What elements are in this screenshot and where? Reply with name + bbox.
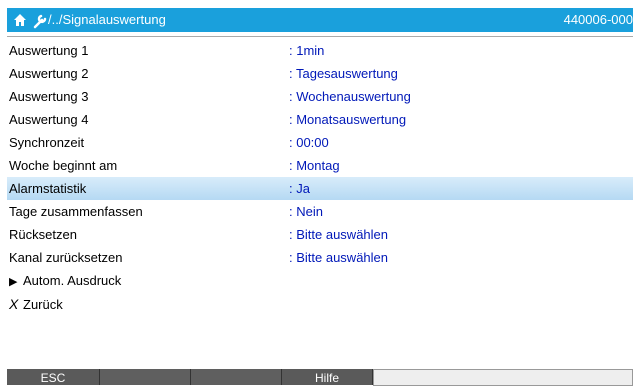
menu-item-label: X Zurück <box>9 296 63 312</box>
menu-item-autom-ausdruck[interactable]: ▶ Autom. Ausdruck <box>7 269 633 292</box>
esc-label: ESC <box>40 371 66 385</box>
menu-item-label: Synchronzeit <box>9 135 85 150</box>
menu-item-label: Auswertung 4 <box>9 112 89 127</box>
menu-item-value: : Nein <box>289 204 323 219</box>
menu-item-kanal-zuruecksetzen[interactable]: Kanal zurücksetzen : Bitte auswählen <box>7 246 633 269</box>
wrench-icon <box>32 8 48 32</box>
softkey-bar: ESC Hilfe <box>7 369 633 386</box>
title-bar: /../Signalauswertung 440006-000 <box>7 8 633 32</box>
menu-item-label: ▶ Autom. Ausdruck <box>9 273 121 288</box>
menu-item-ruecksetzen[interactable]: Rücksetzen : Bitte auswählen <box>7 223 633 246</box>
menu-item-label: Auswertung 2 <box>9 66 89 81</box>
menu-item-auswertung-3[interactable]: Auswertung 3 : Wochenauswertung <box>7 85 633 108</box>
breadcrumb-path: /../Signalauswertung <box>48 12 166 27</box>
menu-item-woche-beginnt[interactable]: Woche beginnt am : Montag <box>7 154 633 177</box>
back-label: Zurück <box>23 297 63 312</box>
device-id: 440006-000 <box>563 12 633 27</box>
menu-item-label: Woche beginnt am <box>9 158 118 173</box>
menu-item-label: Auswertung 1 <box>9 43 89 58</box>
menu-item-label: Tage zusammenfassen <box>9 204 143 219</box>
home-icon[interactable] <box>13 8 27 32</box>
softkey-3[interactable] <box>191 369 282 385</box>
menu-item-auswertung-2[interactable]: Auswertung 2 : Tagesauswertung <box>7 62 633 85</box>
softkey-2[interactable] <box>100 369 191 385</box>
menu-item-alarmstatistik[interactable]: Alarmstatistik : Ja <box>7 177 633 200</box>
x-back-icon: X <box>9 296 19 312</box>
menu-item-value: : Tagesauswertung <box>289 66 398 81</box>
menu-item-value: : Wochenauswertung <box>289 89 411 104</box>
menu-item-label: Rücksetzen <box>9 227 77 242</box>
menu-item-value: : Bitte auswählen <box>289 227 389 242</box>
help-softkey[interactable]: Hilfe <box>282 369 373 385</box>
menu-item-zurueck[interactable]: X Zurück <box>7 292 633 315</box>
menu-item-auswertung-4[interactable]: Auswertung 4 : Monatsauswertung <box>7 108 633 131</box>
settings-menu: Auswertung 1 : 1min Auswertung 2 : Tages… <box>7 39 633 315</box>
menu-item-tage-zusammenfassen[interactable]: Tage zusammenfassen : Nein <box>7 200 633 223</box>
menu-item-value: : 00:00 <box>289 135 329 150</box>
help-label: Hilfe <box>314 371 339 385</box>
menu-item-value: : Monatsauswertung <box>289 112 407 127</box>
menu-item-auswertung-1[interactable]: Auswertung 1 : 1min <box>7 39 633 62</box>
menu-item-value: : 1min <box>289 43 325 58</box>
triangle-right-icon: ▶ <box>9 276 18 288</box>
device-screen: /../Signalauswertung 440006-000 Auswertu… <box>0 0 633 386</box>
status-field <box>373 369 633 386</box>
header-divider <box>7 36 633 37</box>
menu-item-label: Alarmstatistik <box>9 181 87 196</box>
submenu-label: Autom. Ausdruck <box>23 273 122 288</box>
menu-item-synchronzeit[interactable]: Synchronzeit : 00:00 <box>7 131 633 154</box>
esc-softkey[interactable]: ESC <box>7 369 100 385</box>
menu-item-label: Auswertung 3 <box>9 89 89 104</box>
menu-item-value: : Montag <box>289 158 340 173</box>
menu-item-label: Kanal zurücksetzen <box>9 250 123 265</box>
menu-item-value: : Bitte auswählen <box>289 250 389 265</box>
menu-item-value: : Ja <box>289 181 310 196</box>
